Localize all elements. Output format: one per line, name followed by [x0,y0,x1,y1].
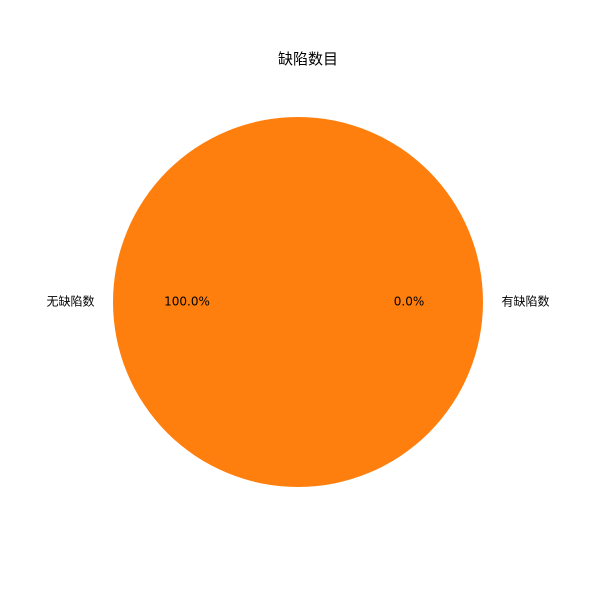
chart-title: 缺陷数目 [278,50,338,68]
slice-label: 无缺陷数 [46,294,94,309]
chart-figure: 缺陷数目 有缺陷数 0.0% 无缺陷数 100.0% [0,0,600,600]
slice-percent-label: 100.0% [164,295,210,309]
slice-label: 有缺陷数 [502,294,550,309]
pie-chart: 缺陷数目 有缺陷数 0.0% 无缺陷数 100.0% [46,50,550,487]
slice-percent-label: 0.0% [394,295,425,309]
